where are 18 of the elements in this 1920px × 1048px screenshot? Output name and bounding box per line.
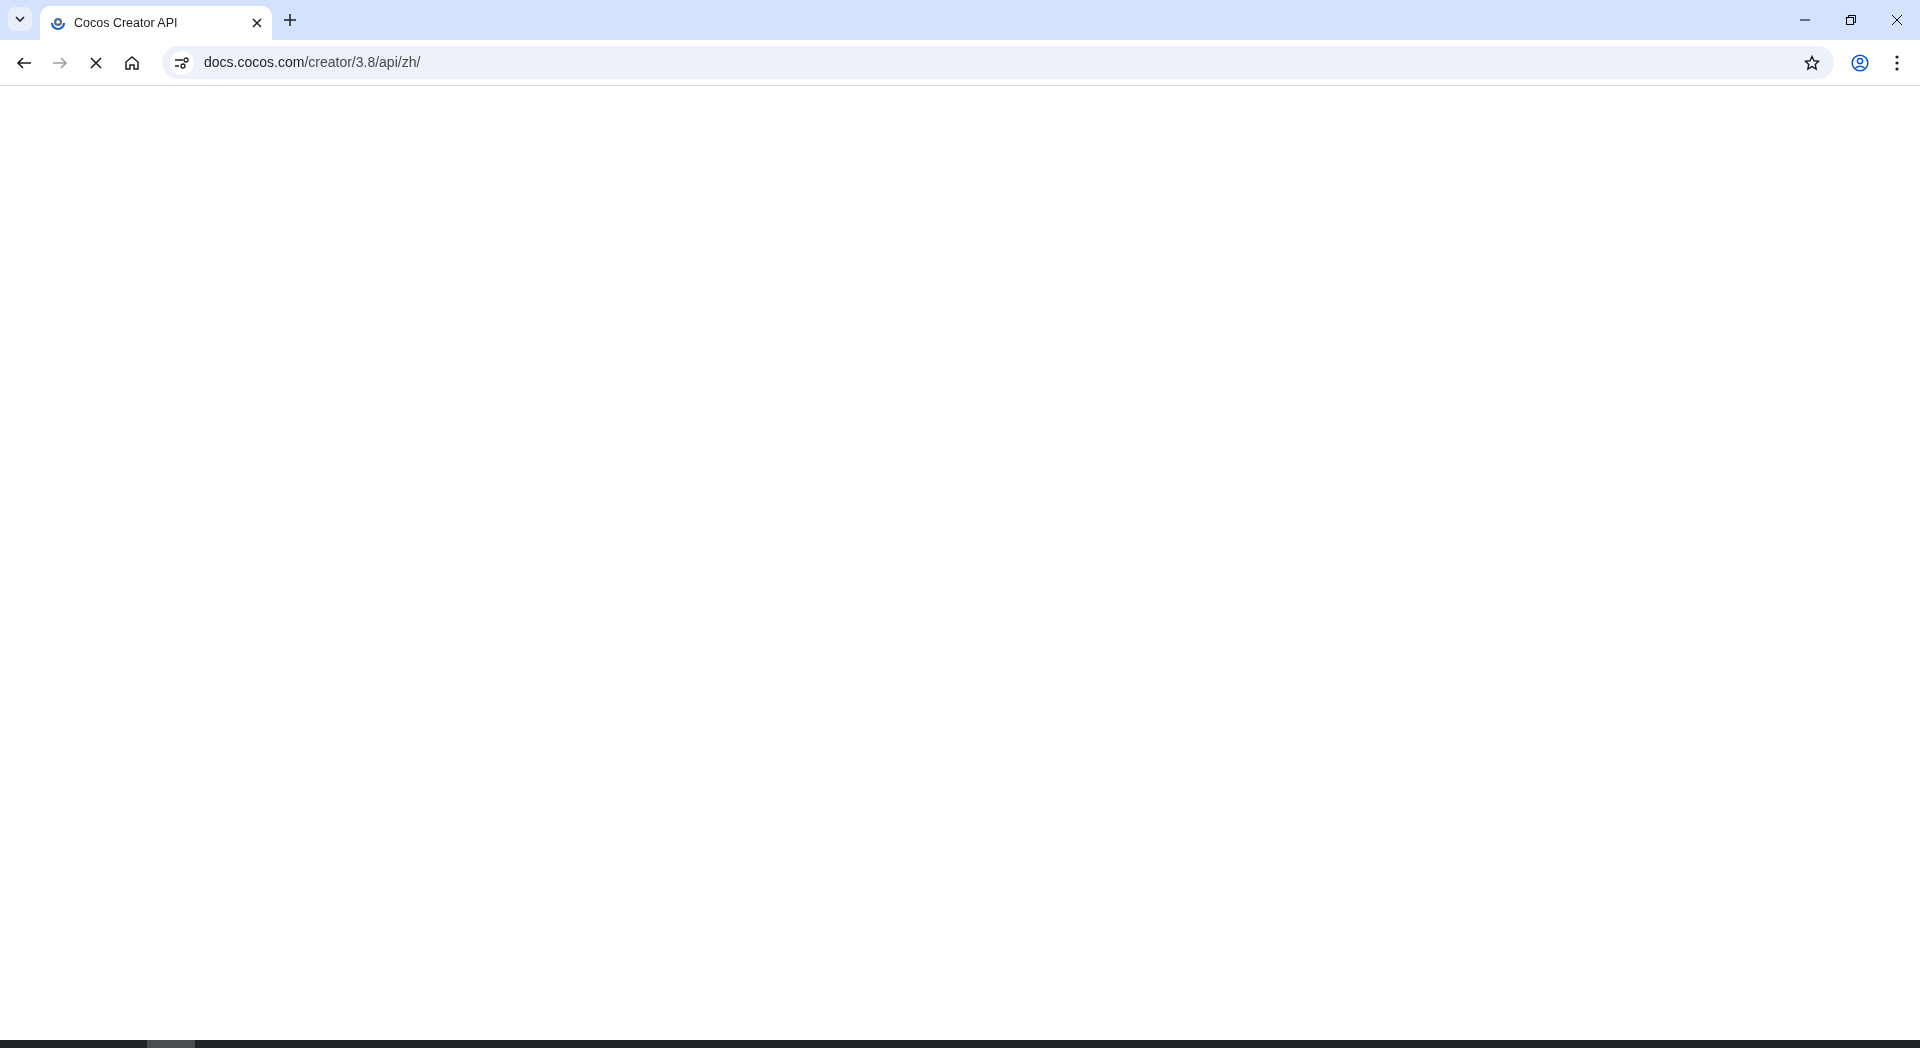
menu-icon — [1895, 54, 1899, 71]
star-icon — [1804, 54, 1820, 71]
plus-icon — [284, 14, 296, 26]
tab-search-button[interactable] — [8, 7, 32, 31]
sliders-icon — [175, 56, 189, 69]
forward-arrow-icon — [52, 54, 68, 71]
back-arrow-icon — [16, 54, 32, 71]
address-bar[interactable]: docs.cocos.com/creator/3.8/api/zh/ — [162, 46, 1834, 79]
person-icon — [1851, 53, 1869, 72]
caret-icon — [15, 16, 25, 22]
browser-tab[interactable]: Cocos Creator API — [40, 6, 272, 40]
home-icon — [124, 54, 140, 71]
close-icon[interactable] — [252, 18, 262, 28]
restore-icon — [1846, 15, 1856, 25]
close-icon — [88, 54, 104, 71]
site-info-button[interactable] — [170, 50, 194, 75]
close-icon — [1892, 15, 1902, 25]
url-text: docs.cocos.com/creator/3.8/api/zh/ — [204, 53, 421, 72]
